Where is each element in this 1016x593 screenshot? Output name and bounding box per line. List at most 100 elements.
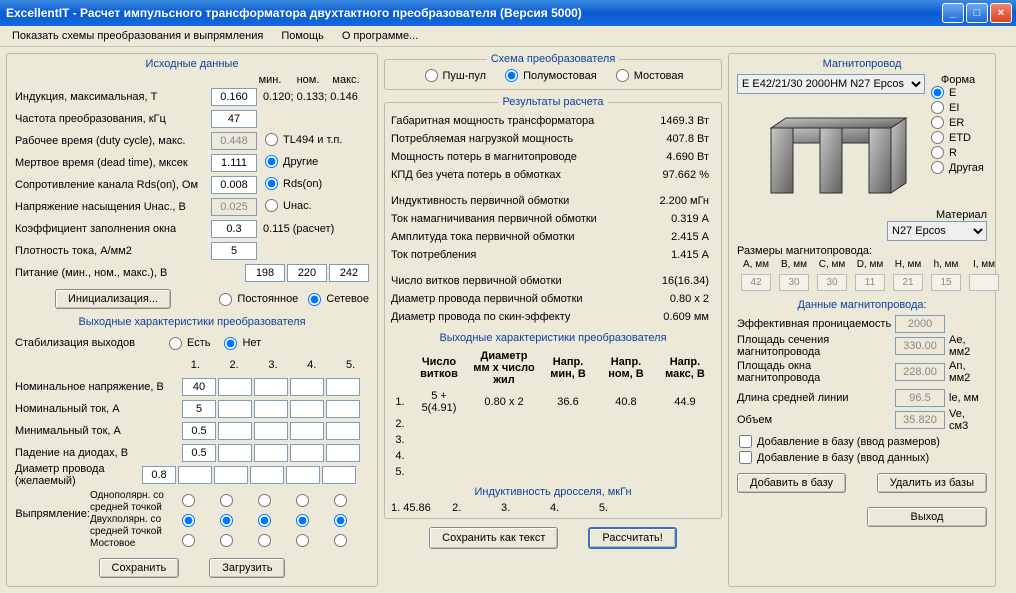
init-button[interactable]: Инициализация... (55, 289, 171, 309)
res-nprim-val: 16(16.34) (640, 275, 715, 287)
addbase2-check[interactable]: Добавление в базу (ввод данных) (737, 451, 929, 464)
rds-input[interactable] (211, 176, 257, 194)
shape-er[interactable]: ER (929, 116, 987, 129)
save-button[interactable]: Сохранить (99, 558, 180, 578)
freq-input[interactable] (211, 110, 257, 128)
nomV-4[interactable] (290, 378, 324, 396)
power-ac[interactable]: Сетевое (306, 293, 369, 306)
minI-1[interactable] (182, 422, 216, 440)
nomV-2[interactable] (218, 378, 252, 396)
add-to-base-button[interactable]: Добавить в базу (737, 473, 846, 493)
cd-len-val (895, 389, 945, 407)
exit-button[interactable]: Выход (867, 507, 987, 527)
nomI-1[interactable] (182, 400, 216, 418)
calculate-button[interactable]: Рассчитать! (588, 527, 676, 549)
delete-from-base-button[interactable]: Удалить из базы (877, 473, 987, 493)
res-iamp-label: Амплитуда тока первичной обмотки (391, 231, 640, 243)
dim-h (893, 274, 923, 291)
nomV-5[interactable] (326, 378, 360, 396)
rect-r2c2[interactable] (220, 514, 233, 527)
cd-window-val (895, 363, 945, 381)
menu-about[interactable]: О программе... (338, 28, 422, 44)
schema-halfbridge[interactable]: Полумостовая (503, 69, 597, 82)
minI-3[interactable] (254, 422, 288, 440)
menu-schemes[interactable]: Показать схемы преобразования и выпрямле… (8, 28, 267, 44)
res-icons-val: 1.415 А (640, 249, 715, 261)
addbase1-check[interactable]: Добавление в базу (ввод размеров) (737, 435, 940, 448)
power-dc[interactable]: Постоянное (217, 293, 298, 306)
nomV-1[interactable] (182, 378, 216, 396)
rect-r2c5[interactable] (334, 514, 347, 527)
minI-4[interactable] (290, 422, 324, 440)
shape-ei[interactable]: EI (929, 101, 987, 114)
wire-2[interactable] (214, 466, 248, 484)
diode-4[interactable] (290, 444, 324, 462)
diode-1[interactable] (182, 444, 216, 462)
rect-r2c4[interactable] (296, 514, 309, 527)
power-max[interactable] (329, 264, 369, 282)
core-select[interactable]: E E42/21/30 2000HM N27 Epcos (737, 74, 925, 94)
cd-perm-val (895, 315, 945, 333)
usat-label: Напряжение насыщения Uнас., В (15, 201, 209, 213)
diode-3[interactable] (254, 444, 288, 462)
rect-r3c2[interactable] (220, 534, 233, 547)
shape-e[interactable]: E (929, 86, 987, 99)
rect-r1c3[interactable] (258, 494, 271, 507)
power-min[interactable] (245, 264, 285, 282)
diode-5[interactable] (326, 444, 360, 462)
nomI-4[interactable] (290, 400, 324, 418)
wire-3[interactable] (250, 466, 284, 484)
nomI-5[interactable] (326, 400, 360, 418)
stab-no[interactable]: Нет (222, 337, 261, 350)
rect-r2c3[interactable] (258, 514, 271, 527)
out-row-5: 5. (391, 464, 715, 480)
maximize-button[interactable]: □ (966, 3, 988, 23)
load-button[interactable]: Загрузить (209, 558, 285, 578)
wire-5[interactable] (322, 466, 356, 484)
induction-input[interactable] (211, 88, 257, 106)
fill-input[interactable] (211, 220, 257, 238)
shape-r[interactable]: R (929, 146, 987, 159)
rect-r1c1[interactable] (182, 494, 195, 507)
rect-r3c3[interactable] (258, 534, 271, 547)
wire-4[interactable] (286, 466, 320, 484)
material-select[interactable]: N27 Epcos (887, 221, 987, 241)
wire-1[interactable] (178, 466, 212, 484)
menu-help[interactable]: Помощь (277, 28, 328, 44)
rect-r3c5[interactable] (334, 534, 347, 547)
rect-r1c4[interactable] (296, 494, 309, 507)
shape-other[interactable]: Другая (929, 161, 987, 174)
dead-input[interactable] (211, 154, 257, 172)
diode-2[interactable] (218, 444, 252, 462)
res-skin-val: 0.609 мм (640, 311, 715, 323)
res-ploss-val: 4.690 Вт (640, 151, 715, 163)
usat-opt[interactable]: Uнас. (263, 199, 312, 212)
minI-2[interactable] (218, 422, 252, 440)
schema-bridge[interactable]: Мостовая (614, 69, 684, 82)
duty-opt-tl494[interactable]: TL494 и т.п. (263, 133, 342, 146)
rect-r2c1[interactable] (182, 514, 195, 527)
core-title: Магнитопровод (737, 58, 987, 70)
res-pgab-label: Габаритная мощность трансформатора (391, 115, 640, 127)
duty-opt-other[interactable]: Другие (263, 155, 318, 168)
save-text-button[interactable]: Сохранить как текст (429, 527, 558, 549)
rect-r3c1[interactable] (182, 534, 195, 547)
rds-opt[interactable]: Rds(on) (263, 177, 322, 190)
minI-5[interactable] (326, 422, 360, 440)
stab-yes[interactable]: Есть (167, 337, 210, 350)
material-label: Материал (936, 209, 987, 221)
nomI-2[interactable] (218, 400, 252, 418)
density-input[interactable] (211, 242, 257, 260)
rect-r1c5[interactable] (334, 494, 347, 507)
dim-i (969, 274, 999, 291)
minimize-button[interactable]: _ (942, 3, 964, 23)
nomI-3[interactable] (254, 400, 288, 418)
power-nom[interactable] (287, 264, 327, 282)
shape-etd[interactable]: ETD (929, 131, 987, 144)
rect-r1c2[interactable] (220, 494, 233, 507)
rect-r3c4[interactable] (296, 534, 309, 547)
schema-pushpull[interactable]: Пуш-пул (423, 69, 487, 82)
wire-0[interactable] (142, 466, 176, 484)
close-button[interactable]: × (990, 3, 1012, 23)
nomV-3[interactable] (254, 378, 288, 396)
